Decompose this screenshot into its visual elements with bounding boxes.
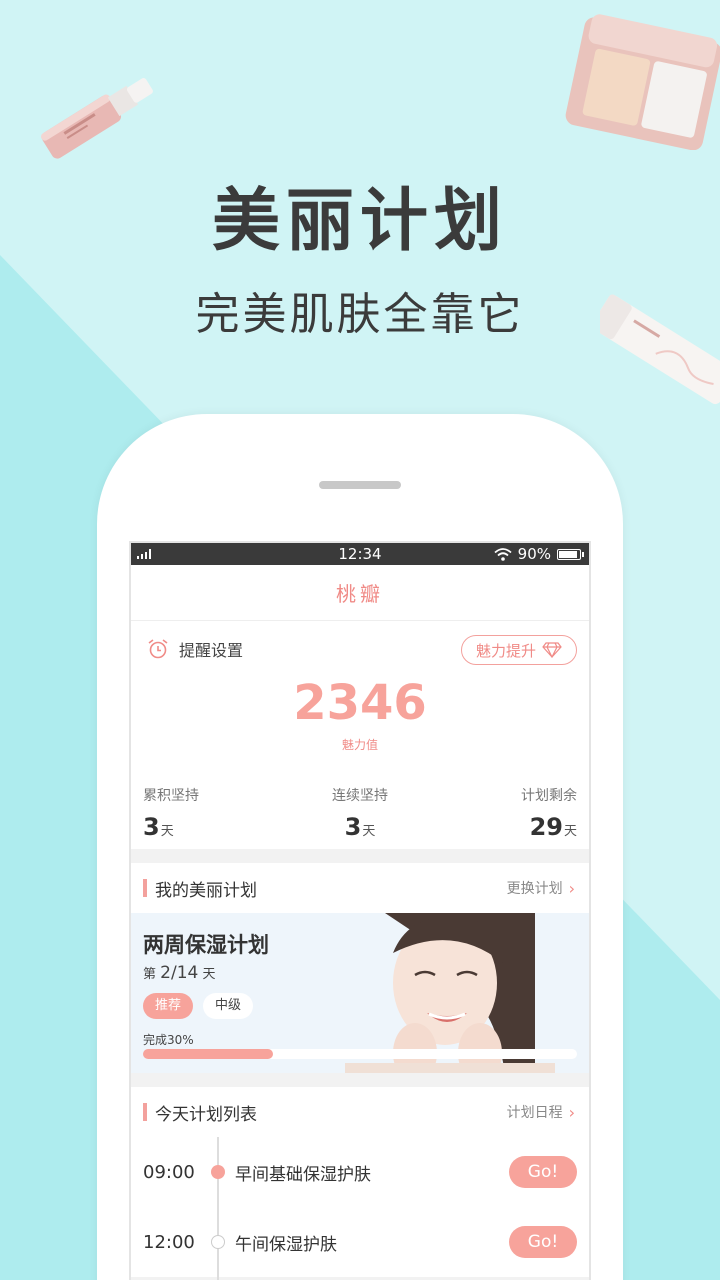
chevron-right-icon: › xyxy=(568,1102,575,1122)
today-plan-section: 今天计划列表 计划日程 › 09:00 早间基础保湿护肤 Go! 12:00 午… xyxy=(131,1087,589,1280)
charm-boost-label: 魅力提升 xyxy=(475,641,536,660)
today-plan-title: 今天计划列表 xyxy=(155,1104,257,1125)
alarm-clock-icon xyxy=(148,639,168,659)
app-title: 桃瓣 xyxy=(131,565,589,621)
battery-fill xyxy=(559,550,577,558)
progress-fill xyxy=(143,1049,274,1059)
promo-headline: 美丽计划 xyxy=(211,182,508,261)
section-title: 今天计划列表 xyxy=(143,1100,257,1125)
serum-bottle-image xyxy=(41,78,153,159)
stat-unit: 天 xyxy=(362,824,376,839)
plan-day-prefix: 第 xyxy=(143,967,157,982)
diamond-icon xyxy=(542,642,562,658)
powder-compact-image xyxy=(565,14,720,150)
plan-schedule-label: 计划日程 xyxy=(506,1105,563,1121)
timeline-dot-idle xyxy=(211,1235,225,1249)
task-list: 09:00 早间基础保湿护肤 Go! 12:00 午间保湿护肤 Go! xyxy=(131,1137,589,1280)
my-plan-header: 我的美丽计划 更换计划 › xyxy=(131,863,589,913)
switch-plan-label: 更换计划 xyxy=(506,881,563,897)
progress-label: 完成30% xyxy=(143,1033,194,1047)
phone-mockup: 12:34 90% 桃瓣 提醒设置 魅力提升 2346 魅力值 累积坚持 3天 … xyxy=(97,414,623,1280)
plan-day-suffix: 天 xyxy=(202,967,216,982)
battery-icon xyxy=(557,548,584,560)
plan-day: 第 2/14 天 xyxy=(143,963,216,983)
section-title: 我的美丽计划 xyxy=(143,876,257,901)
timeline-dot-active xyxy=(211,1165,225,1179)
task-go-button[interactable]: Go! xyxy=(509,1156,577,1188)
reminder-label: 提醒设置 xyxy=(179,641,244,660)
charm-score-label: 魅力值 xyxy=(341,738,378,752)
task-row: 12:00 午间保湿护肤 Go! xyxy=(131,1207,589,1277)
plan-name: 两周保湿计划 xyxy=(143,933,269,957)
recommended-tag: 推荐 xyxy=(143,993,194,1019)
switch-plan-link[interactable]: 更换计划 › xyxy=(507,878,575,898)
stat-value: 3 xyxy=(344,813,362,841)
phone-speaker xyxy=(319,481,401,489)
stat-label: 计划剩余 xyxy=(521,788,577,804)
task-time: 09:00 xyxy=(143,1161,195,1183)
task-time: 12:00 xyxy=(143,1231,195,1253)
task-go-button[interactable]: Go! xyxy=(509,1226,577,1258)
charm-boost-button[interactable]: 魅力提升 xyxy=(461,635,577,665)
plan-schedule-link[interactable]: 计划日程 › xyxy=(507,1102,575,1122)
stat-remaining: 计划剩余 29天 xyxy=(521,785,577,841)
my-plan-title: 我的美丽计划 xyxy=(155,880,257,901)
progress-bar xyxy=(143,1049,577,1059)
promo-subline: 完美肌肤全靠它 xyxy=(195,289,525,340)
plan-card[interactable]: 两周保湿计划 第 2/14 天 推荐 中级 完成30% xyxy=(131,913,589,1073)
plan-day-value: 2/14 xyxy=(160,963,199,983)
stat-label: 连续坚持 xyxy=(332,788,388,804)
level-tag: 中级 xyxy=(203,993,254,1019)
section-accent-bar xyxy=(143,879,147,897)
stat-value: 29 xyxy=(529,813,563,841)
section-accent-bar xyxy=(143,1103,147,1121)
task-row: 09:00 早间基础保湿护肤 Go! xyxy=(131,1137,589,1207)
charm-score: 2346 xyxy=(293,675,427,731)
chevron-right-icon: › xyxy=(568,878,575,898)
reminder-settings[interactable]: 提醒设置 xyxy=(147,637,243,661)
task-name: 午间保湿护肤 xyxy=(235,1234,337,1255)
wifi-icon xyxy=(494,547,512,561)
task-name: 早间基础保湿护肤 xyxy=(235,1164,371,1185)
summary-card: 提醒设置 魅力提升 2346 魅力值 累积坚持 3天 连续坚持 3天 计划剩余 … xyxy=(131,621,589,849)
stat-unit: 天 xyxy=(563,824,577,839)
my-plan-section: 我的美丽计划 更换计划 › 两周保湿计划 第 2/14 天 推荐 中级 完成30… xyxy=(131,863,589,1073)
today-plan-header: 今天计划列表 计划日程 › xyxy=(131,1087,589,1137)
status-bar: 12:34 90% xyxy=(131,543,589,565)
battery-percent: 90% xyxy=(517,545,551,563)
app-screen: 12:34 90% 桃瓣 提醒设置 魅力提升 2346 魅力值 累积坚持 3天 … xyxy=(129,541,591,1280)
